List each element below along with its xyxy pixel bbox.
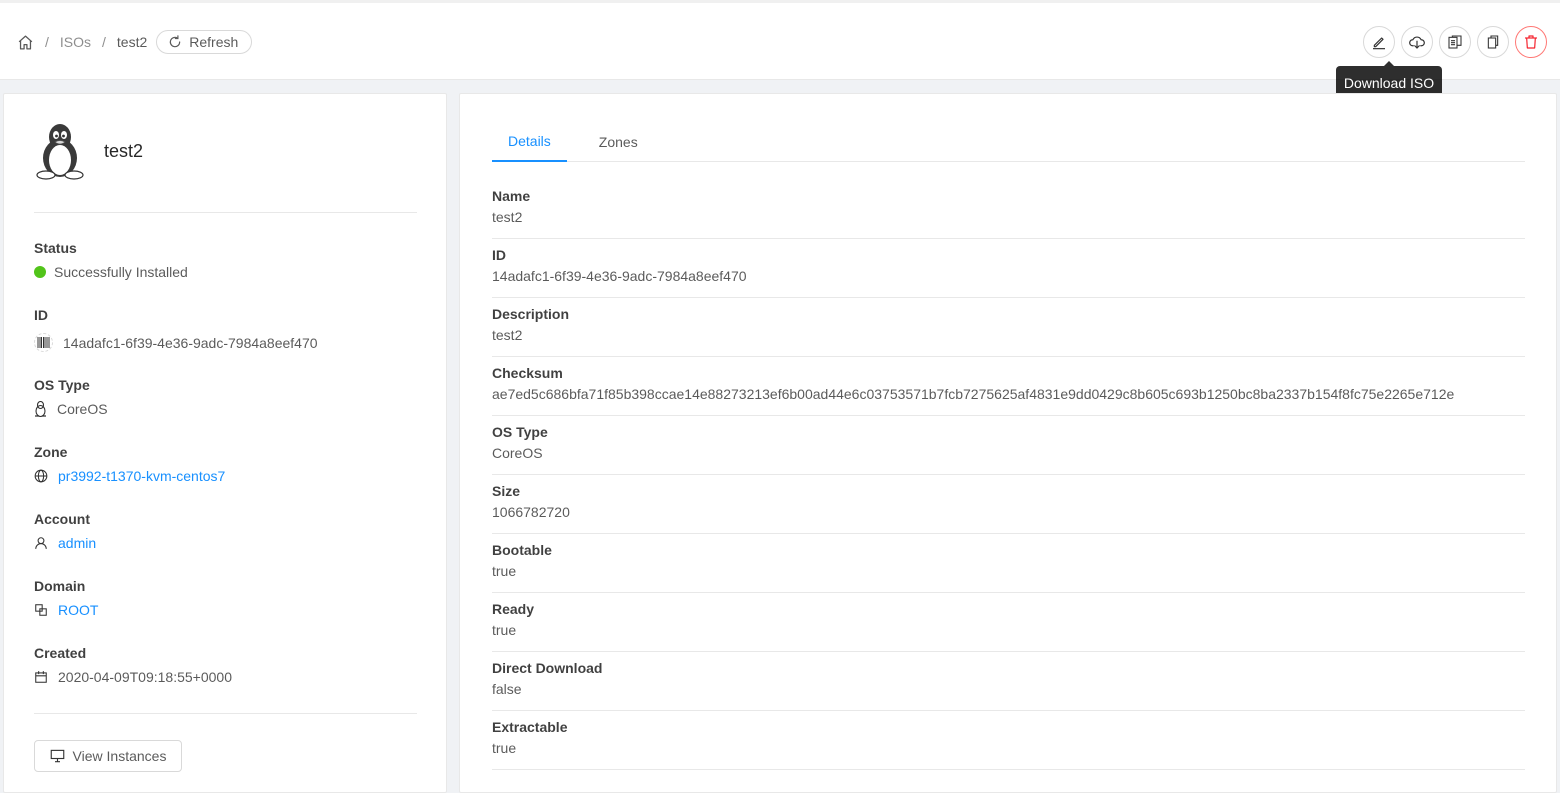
detail-value: true <box>492 622 517 638</box>
domain-label: Domain <box>34 578 86 594</box>
breadcrumb-separator: / <box>45 34 49 50</box>
download-iso-button[interactable] <box>1401 26 1433 58</box>
reload-icon <box>168 35 182 49</box>
resource-info-card: test2 Status Successfully Installed ID 1… <box>3 93 447 793</box>
copy-icon <box>1485 34 1501 50</box>
action-toolbar <box>1363 26 1547 58</box>
detail-row-bootable: Bootable true <box>492 534 1525 593</box>
status-dot-icon <box>34 266 46 278</box>
detail-value: true <box>492 740 517 756</box>
refresh-button[interactable]: Refresh <box>156 30 253 54</box>
linux-penguin-icon <box>34 122 86 180</box>
globe-icon <box>34 469 48 483</box>
details-list: Name test2 ID 14adafc1-6f39-4e36-9adc-79… <box>492 180 1525 770</box>
detail-value: true <box>492 563 517 579</box>
calendar-icon <box>34 670 48 684</box>
detail-row-ostype: OS Type CoreOS <box>492 416 1525 475</box>
detail-row-size: Size 1066782720 <box>492 475 1525 534</box>
id-value: 14adafc1-6f39-4e36-9adc-7984a8eef470 <box>63 334 318 351</box>
delete-icon <box>1523 34 1539 50</box>
divider <box>34 713 417 714</box>
id-field: ID 14adafc1-6f39-4e36-9adc-7984a8eef470 <box>34 307 318 352</box>
detail-value: ae7ed5c686bfa71f85b398ccae14e88273213ef6… <box>492 386 1455 402</box>
detail-label: Extractable <box>492 719 568 735</box>
cloud-download-icon <box>1408 33 1426 51</box>
edit-icon <box>1371 34 1387 50</box>
view-instances-button[interactable]: View Instances <box>34 740 182 772</box>
detail-label: Ready <box>492 601 535 617</box>
delete-iso-button[interactable] <box>1515 26 1547 58</box>
detail-row-extractable: Extractable true <box>492 711 1525 770</box>
details-card: Details Zones Name test2 ID 14adafc1-6f3… <box>459 93 1557 793</box>
domain-field: Domain ROOT <box>34 578 98 618</box>
detail-value: test2 <box>492 327 523 343</box>
breadcrumb-separator: / <box>102 34 106 50</box>
id-label: ID <box>34 307 48 323</box>
created-value: 2020-04-09T09:18:55+0000 <box>58 669 232 685</box>
ostype-field: OS Type CoreOS <box>34 377 108 417</box>
zone-field: Zone pr3992-t1370-kvm-centos7 <box>34 444 225 484</box>
detail-label: Direct Download <box>492 660 603 676</box>
detail-label: Bootable <box>492 542 552 558</box>
detail-label: Description <box>492 306 570 322</box>
desktop-icon <box>50 749 65 763</box>
detail-label: ID <box>492 247 506 263</box>
copy-iso-button[interactable] <box>1477 26 1509 58</box>
view-instances-label: View Instances <box>72 748 167 764</box>
copy-iso-to-zone-button[interactable] <box>1439 26 1471 58</box>
account-label: Account <box>34 511 90 527</box>
detail-label: Checksum <box>492 365 563 381</box>
zone-label: Zone <box>34 444 68 460</box>
edit-iso-button[interactable] <box>1363 26 1395 58</box>
detail-value: 14adafc1-6f39-4e36-9adc-7984a8eef470 <box>492 268 747 284</box>
breadcrumb: / ISOs / test2 Refresh <box>16 29 253 55</box>
resource-name: test2 <box>104 140 144 161</box>
zone-link[interactable]: pr3992-t1370-kvm-centos7 <box>58 468 225 484</box>
breadcrumb-current: test2 <box>116 34 148 50</box>
detail-row-id: ID 14adafc1-6f39-4e36-9adc-7984a8eef470 <box>492 239 1525 298</box>
detail-row-checksum: Checksum ae7ed5c686bfa71f85b398ccae14e88… <box>492 357 1525 416</box>
refresh-label: Refresh <box>189 34 239 50</box>
tab-zones[interactable]: Zones <box>583 122 654 162</box>
detail-value: test2 <box>492 209 523 225</box>
status-value: Successfully Installed <box>54 264 188 280</box>
tab-bar: Details Zones <box>492 122 1525 162</box>
top-bar: / ISOs / test2 Refresh <box>0 0 1560 80</box>
detail-value: 1066782720 <box>492 504 570 520</box>
created-field: Created 2020-04-09T09:18:55+0000 <box>34 645 232 685</box>
detail-row-ready: Ready true <box>492 593 1525 652</box>
detail-row-description: Description test2 <box>492 298 1525 357</box>
status-label: Status <box>34 240 77 256</box>
detail-value: false <box>492 681 522 697</box>
ostype-label: OS Type <box>34 377 90 393</box>
ostype-value: CoreOS <box>57 401 108 417</box>
detail-row-direct-download: Direct Download false <box>492 652 1525 711</box>
created-label: Created <box>34 645 87 661</box>
detail-row-name: Name test2 <box>492 180 1525 239</box>
status-field: Status Successfully Installed <box>34 240 188 280</box>
linux-icon <box>34 401 47 417</box>
breadcrumb-isos-link[interactable]: ISOs <box>60 34 91 50</box>
account-field: Account admin <box>34 511 96 551</box>
detail-value: CoreOS <box>492 445 543 461</box>
barcode-icon[interactable] <box>34 333 53 352</box>
block-icon <box>34 603 48 617</box>
home-icon[interactable] <box>16 33 34 51</box>
user-icon <box>34 536 48 550</box>
detail-label: Name <box>492 188 531 204</box>
tab-details[interactable]: Details <box>492 122 567 162</box>
account-link[interactable]: admin <box>58 535 96 551</box>
copy-to-zone-icon <box>1447 34 1463 50</box>
resource-header: test2 <box>34 122 143 180</box>
domain-link[interactable]: ROOT <box>58 602 98 618</box>
detail-label: Size <box>492 483 521 499</box>
divider <box>34 212 417 213</box>
detail-label: OS Type <box>492 424 548 440</box>
